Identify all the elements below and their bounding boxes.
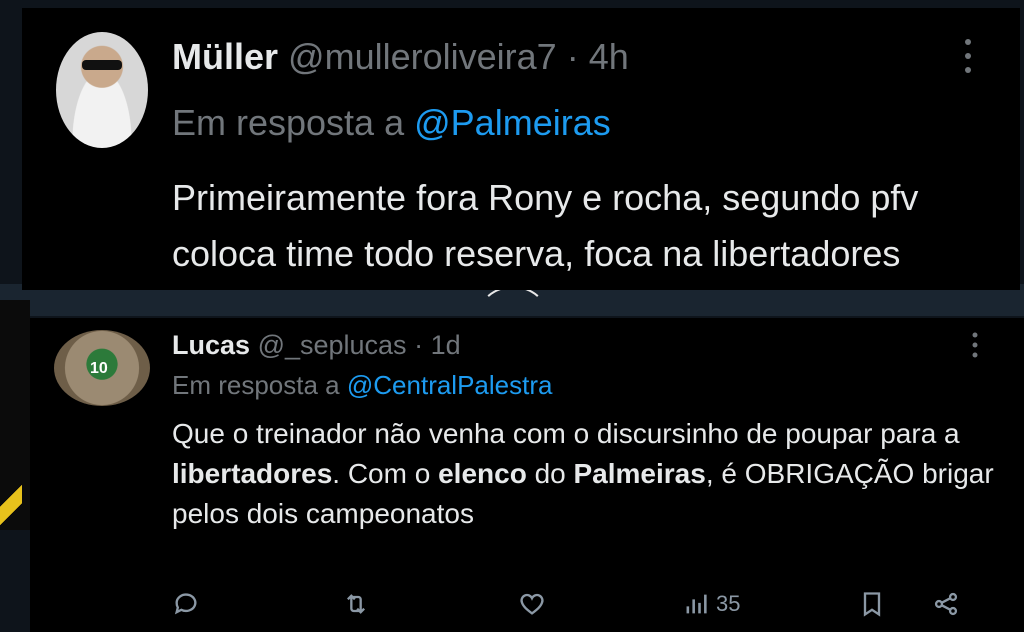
reply-mention-link[interactable]: @CentralPalestra [347,370,553,400]
more-options-icon[interactable] [972,332,978,365]
share-button[interactable] [932,586,960,622]
user-handle[interactable]: @mulleroliveira7 [288,36,557,77]
reply-button[interactable] [172,586,200,622]
text-part: do [526,458,574,489]
action-bar: 35 [172,586,972,622]
avatar[interactable]: 10 [54,330,150,406]
reply-prefix: Em resposta a [172,370,340,400]
text-bold: Palmeiras [573,458,706,489]
sunglasses-shape [82,60,122,70]
timestamp[interactable]: 4h [589,36,629,77]
more-options-icon[interactable] [964,38,972,74]
heart-icon [520,593,544,615]
user-handle[interactable]: @_seplucas [258,330,407,360]
avatar-jersey-number: 10 [90,360,108,377]
views-icon [686,594,707,614]
avatar[interactable] [56,32,148,148]
views-button[interactable]: 35 [682,586,740,622]
display-name[interactable]: Lucas [172,330,250,360]
tweet-card-1: Müller @mulleroliveira7 · 4h Em resposta… [22,8,1020,290]
separator: · [566,36,579,77]
display-name[interactable]: Müller [172,36,278,77]
reply-mention-link[interactable]: @Palmeiras [414,102,611,143]
reply-context: Em resposta a @Palmeiras [172,102,611,144]
reply-prefix: Em resposta a [172,102,405,143]
separator: · [414,330,424,360]
background-yellow-stripe [0,470,22,540]
retweet-button[interactable] [342,586,370,622]
text-part: Que o treinador não venha com o discursi… [172,418,960,449]
reply-context: Em resposta a @CentralPalestra [172,370,552,401]
tweet-text: Primeiramente fora Rony e rocha, segundo… [172,177,919,274]
tweet-header: Müller @mulleroliveira7 · 4h [172,36,629,78]
views-count: 35 [716,591,741,616]
tweet-header: Lucas @_seplucas · 1d [172,330,461,361]
tweet-text: Que o treinador não venha com o discursi… [172,414,1002,534]
timestamp[interactable]: 1d [431,330,461,360]
retweet-icon [347,594,365,614]
reply-icon [174,593,197,615]
like-button[interactable] [518,586,546,622]
text-bold: elenco [438,458,527,489]
tweet-card-2: 10 Lucas @_seplucas · 1d Em resposta a @… [30,318,1024,632]
bookmark-icon [863,592,881,617]
bookmark-button[interactable] [858,586,886,622]
text-bold: libertadores [172,458,333,489]
share-icon [934,592,958,616]
text-part: . Com o [332,458,439,489]
